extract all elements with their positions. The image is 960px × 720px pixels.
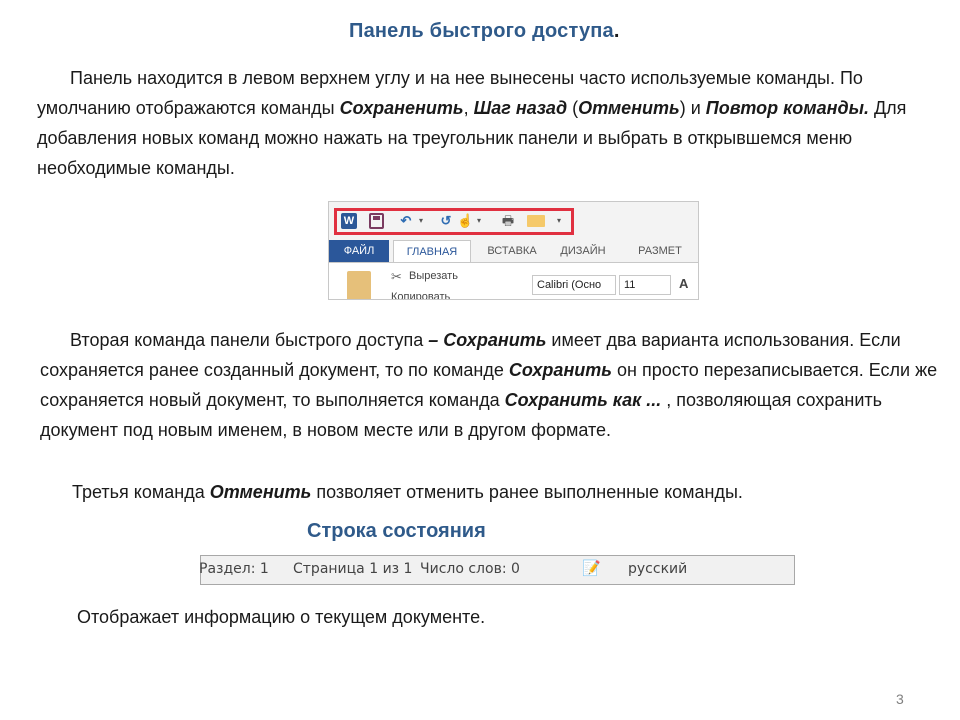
tab-design[interactable]: ДИЗАЙН <box>553 240 613 262</box>
status-word-count[interactable]: Число слов: 0 <box>420 561 520 577</box>
clipboard-icon[interactable] <box>347 271 371 299</box>
quick-access-toolbar: W ↶ ▾ ↺ ☝ ▾ 🖶 ▾ <box>329 202 698 240</box>
paragraph-status: Отображает информацию о текущем документ… <box>77 607 486 627</box>
section-title-status: Строка состояния <box>307 520 486 542</box>
proofing-icon[interactable]: 📝 <box>582 559 601 577</box>
copy-button[interactable]: Копировать <box>391 291 450 299</box>
paragraph-undo: Третья команда Отменить позволяет отмени… <box>72 482 743 502</box>
font-name-select[interactable]: Calibri (Осно <box>532 275 616 295</box>
status-language[interactable]: русский <box>628 561 687 577</box>
grow-font-icon[interactable]: A <box>679 276 688 291</box>
tab-home[interactable]: ГЛАВНАЯ <box>393 240 471 262</box>
ribbon-tabs: ФАЙЛ ГЛАВНАЯ ВСТАВКА ДИЗАЙН РАЗМЕТ <box>329 240 698 262</box>
status-page[interactable]: Страница 1 из 1 <box>293 561 412 577</box>
tab-insert[interactable]: ВСТАВКА <box>477 240 547 262</box>
page-number: 3 <box>896 691 904 707</box>
status-bar: Раздел: 1 Страница 1 из 1 Число слов: 0 … <box>199 555 795 585</box>
ribbon-screenshot: W ↶ ▾ ↺ ☝ ▾ 🖶 ▾ ФАЙЛ ГЛАВНАЯ ВСТАВКА ДИЗ… <box>328 201 699 300</box>
paragraph-save: Вторая команда панели быстрого доступа –… <box>40 330 938 440</box>
font-size-select[interactable]: 11 <box>619 275 671 295</box>
tab-file[interactable]: ФАЙЛ <box>329 240 389 262</box>
page-title: Панель быстрого доступа. <box>349 20 620 42</box>
highlight-frame <box>334 208 574 235</box>
paragraph-intro: Панель находится в левом верхнем углу и … <box>37 68 907 178</box>
ribbon-body: ✂ Вырезать Копировать Calibri (Осно 11 A <box>329 262 698 299</box>
cut-button[interactable]: Вырезать <box>409 270 458 282</box>
status-section[interactable]: Раздел: 1 <box>199 561 269 577</box>
scissors-icon[interactable]: ✂ <box>391 269 402 285</box>
tab-layout[interactable]: РАЗМЕТ <box>625 240 695 262</box>
